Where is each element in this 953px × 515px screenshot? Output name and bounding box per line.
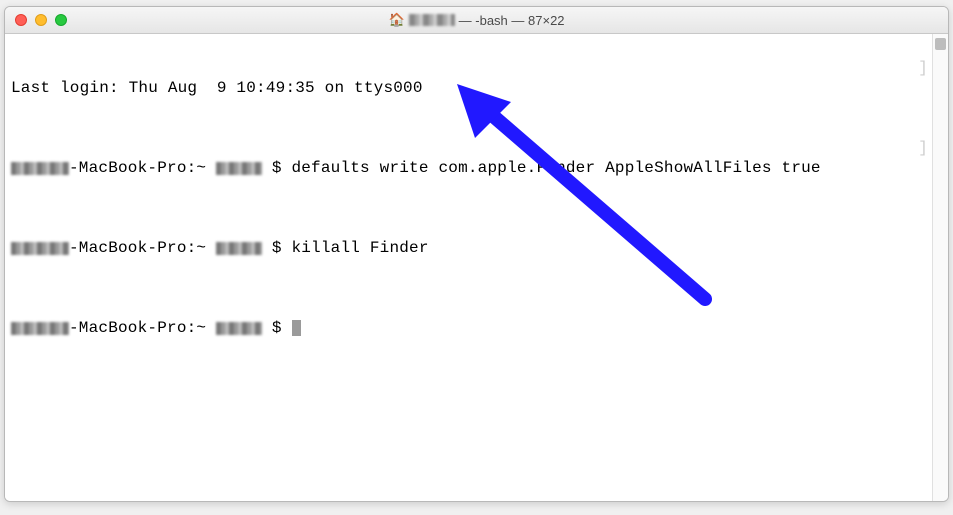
prompt-line-2: -MacBook-Pro:~ $ killall Finder xyxy=(11,238,926,258)
scrollbar[interactable] xyxy=(932,34,948,501)
content-area: Last login: Thu Aug 9 10:49:35 on ttys00… xyxy=(5,34,948,501)
prompt-symbol: $ xyxy=(262,318,291,338)
terminal-output[interactable]: Last login: Thu Aug 9 10:49:35 on ttys00… xyxy=(5,34,932,501)
host-suffix: -MacBook-Pro:~ xyxy=(69,238,216,258)
cursor-icon xyxy=(292,320,301,336)
wrap-indicator: ] xyxy=(918,138,928,158)
redacted-user xyxy=(216,162,262,175)
redacted-user xyxy=(409,14,455,26)
redacted-user xyxy=(216,322,262,335)
window-title: 🏠 — -bash — 87×22 xyxy=(5,12,948,28)
close-icon[interactable] xyxy=(15,14,27,26)
last-login-line: Last login: Thu Aug 9 10:49:35 on ttys00… xyxy=(11,78,926,98)
terminal-window: 🏠 — -bash — 87×22 Last login: Thu Aug 9 … xyxy=(4,6,949,502)
command-text: defaults write com.apple.Finder AppleSho… xyxy=(291,158,820,178)
prompt-line-3: -MacBook-Pro:~ $ xyxy=(11,318,926,338)
titlebar[interactable]: 🏠 — -bash — 87×22 xyxy=(5,7,948,34)
redacted-host xyxy=(11,162,69,175)
wrap-indicator: ] xyxy=(918,58,928,78)
prompt-symbol: $ xyxy=(262,158,291,178)
annotation-arrow xyxy=(5,34,949,502)
redacted-host xyxy=(11,242,69,255)
traffic-lights xyxy=(5,14,67,26)
redacted-user xyxy=(216,242,262,255)
home-icon: 🏠 xyxy=(388,12,404,28)
maximize-icon[interactable] xyxy=(55,14,67,26)
title-suffix: — -bash — 87×22 xyxy=(459,13,565,28)
prompt-line-1: -MacBook-Pro:~ $ defaults write com.appl… xyxy=(11,158,926,178)
command-text: killall Finder xyxy=(291,238,428,258)
last-login-text: Last login: Thu Aug 9 10:49:35 on ttys00… xyxy=(11,78,423,98)
minimize-icon[interactable] xyxy=(35,14,47,26)
redacted-host xyxy=(11,322,69,335)
host-suffix: -MacBook-Pro:~ xyxy=(69,318,216,338)
scrollbar-thumb[interactable] xyxy=(935,38,946,50)
host-suffix: -MacBook-Pro:~ xyxy=(69,158,216,178)
prompt-symbol: $ xyxy=(262,238,291,258)
